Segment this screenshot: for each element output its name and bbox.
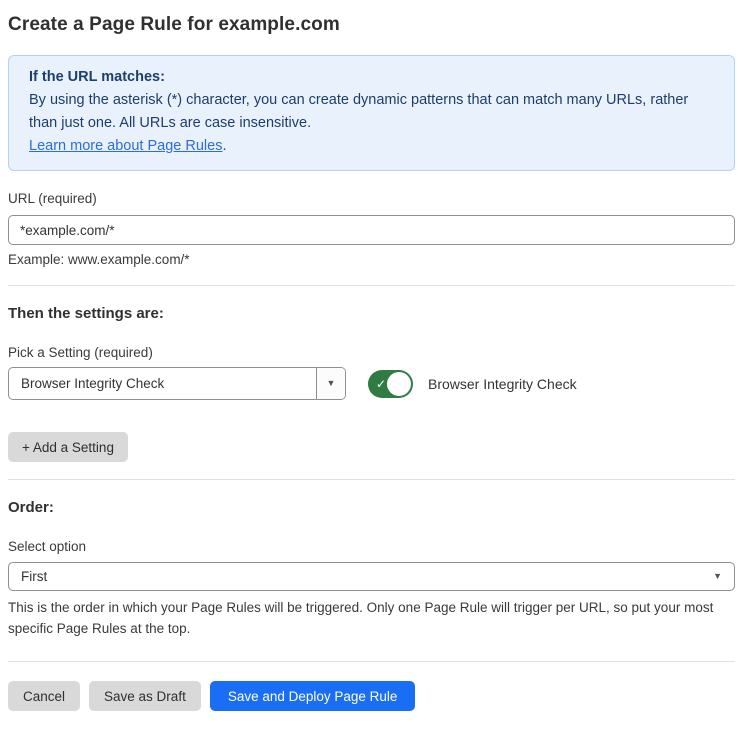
pick-setting-label: Pick a Setting (required) (8, 345, 735, 360)
info-box-body: By using the asterisk (*) character, you… (29, 89, 714, 135)
url-input[interactable] (8, 215, 735, 245)
chevron-down-icon: ▼ (327, 379, 336, 388)
setting-row: Browser Integrity Check ▼ ✓ Browser Inte… (8, 367, 735, 400)
setting-dropdown-arrow-button[interactable]: ▼ (316, 368, 345, 399)
url-example-text: Example: www.example.com/* (8, 252, 735, 267)
order-select-value: First (21, 569, 713, 584)
order-helper-text: This is the order in which your Page Rul… (8, 597, 728, 639)
order-select[interactable]: First ▼ (8, 562, 735, 591)
chevron-down-icon: ▼ (713, 572, 722, 581)
divider-settings (8, 479, 735, 480)
toggle-label: Browser Integrity Check (428, 376, 577, 392)
cancel-button[interactable]: Cancel (8, 681, 80, 711)
order-section-heading: Order: (8, 499, 735, 516)
settings-section-heading: Then the settings are: (8, 305, 735, 322)
divider-footer (8, 661, 735, 662)
link-suffix: . (222, 138, 226, 154)
info-box-link-line: Learn more about Page Rules. (29, 135, 714, 158)
divider-url (8, 285, 735, 286)
url-field-label: URL (required) (8, 191, 735, 206)
page-rule-form: Create a Page Rule for example.com If th… (0, 14, 750, 711)
url-match-info-box: If the URL matches: By using the asteris… (8, 55, 735, 171)
save-deploy-button[interactable]: Save and Deploy Page Rule (210, 681, 416, 711)
save-draft-button[interactable]: Save as Draft (89, 681, 201, 711)
browser-integrity-toggle[interactable]: ✓ (368, 370, 413, 398)
toggle-knob (387, 372, 411, 396)
footer-actions: Cancel Save as Draft Save and Deploy Pag… (8, 681, 735, 711)
page-title: Create a Page Rule for example.com (8, 14, 735, 36)
toggle-check-icon: ✓ (376, 378, 386, 390)
setting-dropdown[interactable]: Browser Integrity Check ▼ (8, 367, 346, 400)
learn-more-link[interactable]: Learn more about Page Rules (29, 138, 222, 154)
order-select-label: Select option (8, 539, 735, 554)
info-box-heading: If the URL matches: (29, 66, 714, 89)
add-setting-button[interactable]: + Add a Setting (8, 432, 128, 462)
setting-dropdown-value: Browser Integrity Check (9, 368, 316, 399)
